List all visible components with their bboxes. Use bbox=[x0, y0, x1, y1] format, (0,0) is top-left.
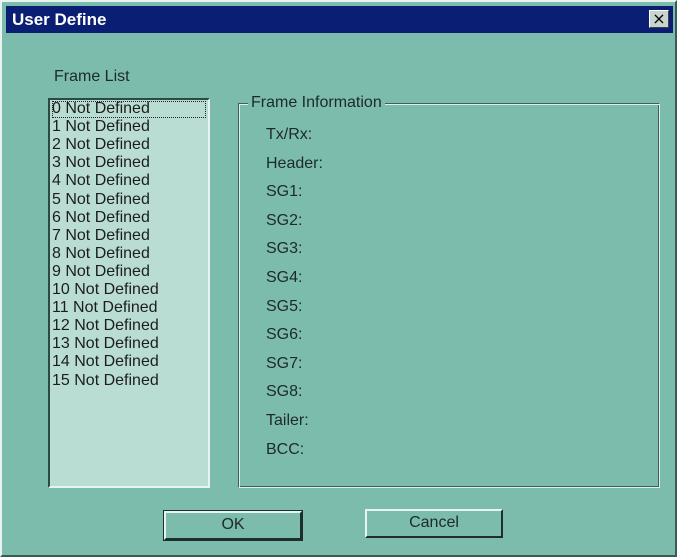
list-item[interactable]: 11 Not Defined bbox=[52, 300, 158, 317]
field-label: Tailer: bbox=[266, 412, 309, 429]
list-item[interactable]: 12 Not Defined bbox=[52, 318, 159, 335]
field-label: SG2: bbox=[266, 211, 303, 229]
cancel-button[interactable]: Cancel bbox=[365, 509, 503, 538]
list-item[interactable]: 6 Not Defined bbox=[52, 209, 150, 227]
title-bar[interactable]: User Define × bbox=[6, 6, 673, 33]
list-item[interactable]: 8 Not Defined bbox=[52, 245, 150, 263]
frame-information-title: Frame Information bbox=[248, 93, 385, 113]
field-label: Header: bbox=[266, 154, 323, 172]
field-label: SG7: bbox=[266, 354, 303, 372]
list-item[interactable]: 4 Not Defined bbox=[52, 173, 150, 190]
list-item[interactable]: 3 Not Defined bbox=[52, 155, 150, 172]
field-label: BCC: bbox=[266, 440, 305, 458]
list-item[interactable]: 9 Not Defined bbox=[52, 263, 150, 281]
field-label: SG1: bbox=[266, 183, 303, 201]
field-label: SG3: bbox=[266, 240, 303, 258]
list-item[interactable]: 13 Not Defined bbox=[52, 336, 159, 353]
field-label: SG6: bbox=[266, 326, 303, 344]
list-item[interactable]: 15 Not Defined bbox=[52, 372, 159, 390]
field-label: SG4: bbox=[266, 269, 303, 286]
close-icon[interactable]: × bbox=[649, 10, 669, 28]
field-label: Tx/Rx: bbox=[266, 126, 313, 143]
ok-button[interactable]: OK bbox=[163, 510, 303, 541]
list-item[interactable]: 14 Not Defined bbox=[52, 354, 159, 371]
field-label: SG5: bbox=[266, 297, 303, 315]
list-item[interactable]: 7 Not Defined bbox=[52, 227, 150, 245]
field-label: SG8: bbox=[266, 383, 303, 401]
frame-list-label: Frame List bbox=[54, 68, 130, 85]
list-item[interactable]: 5 Not Defined bbox=[52, 191, 150, 209]
user-define-dialog: User Define × Frame List 0 Not Defined 1 … bbox=[0, 0, 677, 557]
list-item[interactable]: 0 Not Defined bbox=[52, 101, 206, 118]
frame-list[interactable]: 0 Not Defined 1 Not Defined 2 Not Defined 3… bbox=[48, 98, 210, 488]
window-title: User Define bbox=[12, 10, 107, 29]
list-item[interactable]: 2 Not Defined bbox=[52, 137, 150, 154]
list-item[interactable]: 1 Not Defined bbox=[52, 119, 150, 136]
list-item[interactable]: 10 Not Defined bbox=[52, 282, 159, 299]
